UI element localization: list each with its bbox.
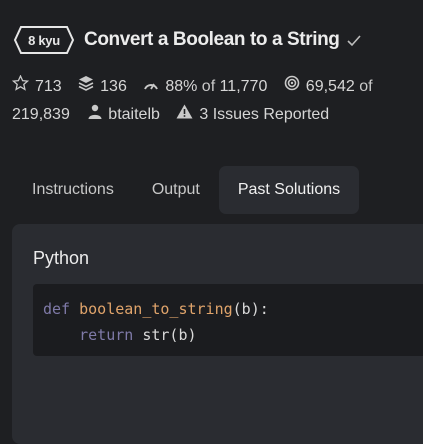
rank-badge: 8 kyu xyxy=(13,25,75,55)
collections-count: 136 xyxy=(100,78,127,95)
tab-instructions[interactable]: Instructions xyxy=(13,166,133,214)
completed-count: 69,542 xyxy=(305,78,355,95)
issues-link[interactable]: 3 Issues Reported xyxy=(199,101,329,129)
kata-stats: 713 136 88% of 11,770 69,542 of 219,839 … xyxy=(11,73,420,129)
solution-language: Python xyxy=(33,248,90,268)
satisfaction-percent: 88% xyxy=(165,78,198,95)
target-icon xyxy=(284,73,300,101)
star-icon xyxy=(11,73,30,101)
completed-stat: 69,542 of xyxy=(284,73,373,101)
check-icon xyxy=(346,34,361,47)
collections-stat[interactable]: 136 xyxy=(78,73,127,101)
completed-of-label: of xyxy=(359,78,373,95)
votes-count: 11,770 xyxy=(219,78,268,95)
code-block: def boolean_to_string(b): return str(b) xyxy=(33,284,423,356)
warning-icon xyxy=(176,101,193,129)
code-keyword-def: def xyxy=(43,300,71,318)
rank-label: 8 kyu xyxy=(28,32,60,48)
tab-output[interactable]: Output xyxy=(133,166,219,214)
user-icon xyxy=(88,101,102,129)
author-stat[interactable]: btaitelb xyxy=(88,101,160,129)
satisfaction-stat: 88% of 11,770 xyxy=(143,73,267,101)
code-line2-expression: str(b) xyxy=(133,326,197,344)
gauge-icon xyxy=(143,73,159,101)
stars-count: 713 xyxy=(35,78,62,95)
code-line1-params: (b): xyxy=(232,300,269,318)
kata-title[interactable]: Convert a Boolean to a String xyxy=(84,29,340,51)
tab-past-solutions[interactable]: Past Solutions xyxy=(218,166,360,214)
author-name[interactable]: btaitelb xyxy=(108,101,160,129)
satisfaction-of-label: of xyxy=(201,78,216,95)
stars-stat[interactable]: 713 xyxy=(11,73,62,101)
code-keyword-return: return xyxy=(79,326,134,344)
kata-header: 8 kyu Convert a Boolean to a String xyxy=(13,25,361,55)
kata-tabs: Instructions Output Past Solutions xyxy=(13,166,360,214)
code-function-name: boolean_to_string xyxy=(79,300,233,318)
attempted-count: 219,839 xyxy=(12,106,70,123)
stack-icon xyxy=(78,73,94,101)
solutions-panel: Python def boolean_to_string(b): return … xyxy=(12,224,423,444)
attempted-stat: 219,839 xyxy=(12,101,70,129)
issues-stat[interactable]: 3 Issues Reported xyxy=(176,101,329,129)
